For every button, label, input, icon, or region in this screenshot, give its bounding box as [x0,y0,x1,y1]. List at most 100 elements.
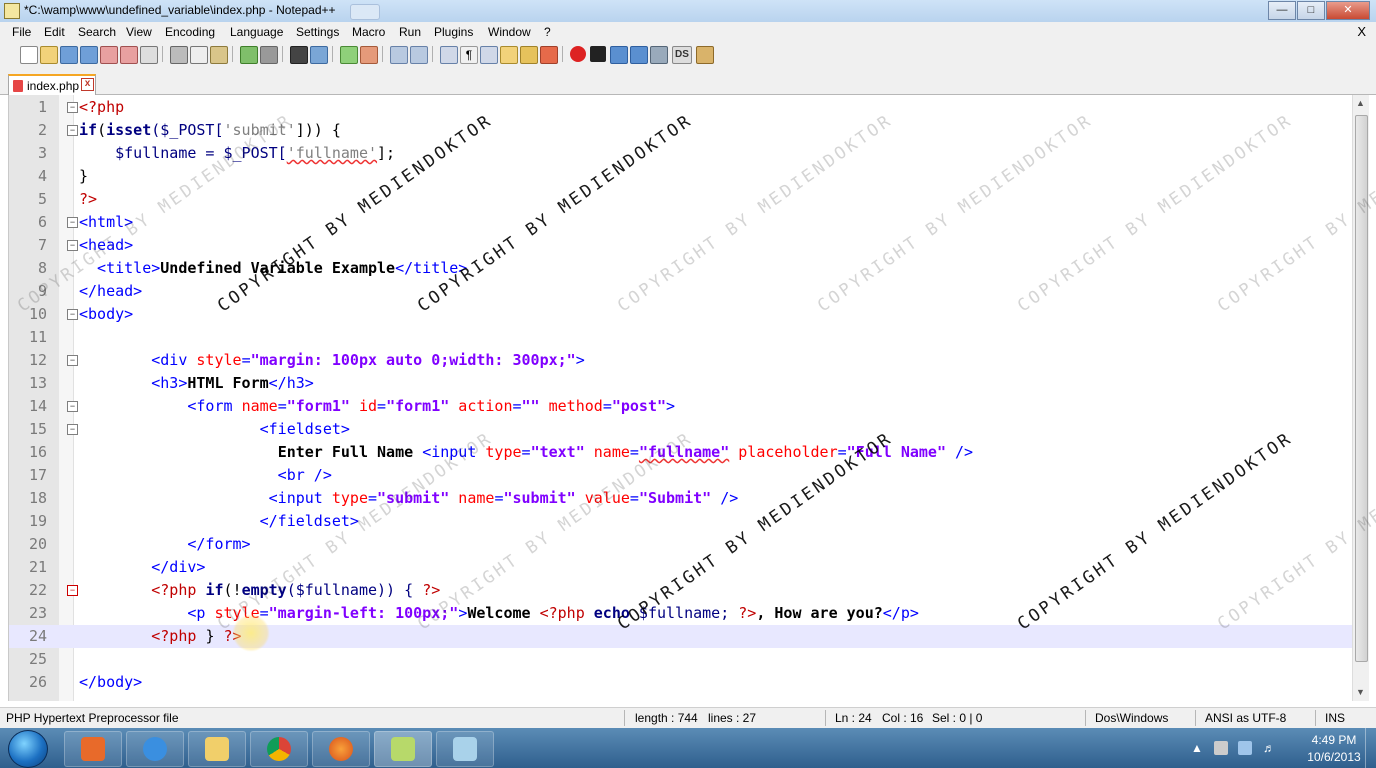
sync-vertical-icon[interactable] [390,46,408,64]
code-line: 4} [37,167,89,185]
redo-icon[interactable] [260,46,278,64]
status-file-type: PHP Hypertext Preprocessor file [6,711,179,725]
close-all-icon[interactable] [120,46,138,64]
record-macro-icon[interactable] [570,46,586,62]
code-line: 10− <body> [28,305,134,323]
new-file-icon[interactable] [20,46,38,64]
ds-plugin-icon[interactable]: DS [672,46,692,64]
unsaved-file-icon [13,80,23,92]
user-lang-icon[interactable] [500,46,518,64]
code-line: 8 <title>Undefined Variable Example</tit… [37,259,468,277]
save-all-icon[interactable] [80,46,98,64]
fold-collapse-icon[interactable]: − [67,240,78,251]
tab-label: index.php [27,79,80,93]
code-line-current: 24 <?php } ?> [9,625,1353,648]
menu-plugins[interactable]: Plugins [434,25,473,39]
function-list-icon[interactable] [540,46,558,64]
tab-close-icon[interactable]: x [81,78,94,91]
tray-expand-icon[interactable]: ▲ [1190,741,1204,755]
code-line: 2− if(isset($_POST['submit'])) { [37,121,341,139]
taskbar-explorer[interactable] [188,731,246,767]
scroll-down-icon[interactable]: ▼ [1356,687,1365,697]
close-file-icon[interactable] [100,46,118,64]
code-line: 17 <br /> [28,466,332,484]
menu-help[interactable]: ? [544,25,551,39]
paste-icon[interactable] [210,46,228,64]
replace-icon[interactable] [310,46,328,64]
tab-bar: index.php x [0,66,1376,96]
stop-macro-icon[interactable] [590,46,606,62]
clock-time[interactable]: 4:49 PM [1304,733,1364,747]
indent-guide-icon[interactable] [480,46,498,64]
open-file-icon[interactable] [40,46,58,64]
volume-icon[interactable]: ♬ [1262,741,1276,755]
cut-icon[interactable] [170,46,188,64]
word-wrap-icon[interactable] [440,46,458,64]
doc-map-icon[interactable] [520,46,538,64]
fold-collapse-icon[interactable]: − [67,217,78,228]
scrollbar-thumb[interactable] [1355,115,1368,662]
sync-horizontal-icon[interactable] [410,46,428,64]
vertical-scrollbar[interactable]: ▲ ▼ [1352,95,1369,701]
close-document-icon[interactable]: X [1357,24,1366,39]
close-window-button[interactable]: ✕ [1326,1,1370,20]
taskbar-chrome[interactable] [250,731,308,767]
menu-run[interactable]: Run [399,25,421,39]
copy-icon[interactable] [190,46,208,64]
show-all-chars-icon[interactable]: ¶ [460,46,478,64]
taskbar-internet-explorer[interactable] [126,731,184,767]
fold-collapse-icon[interactable]: − [67,424,78,435]
taskbar-media-player[interactable] [64,731,122,767]
code-editor[interactable]: 1− <?php 2− if(isset($_POST['submit'])) { … [8,95,1353,701]
minimize-button[interactable]: — [1268,1,1296,20]
code-line: 23 <p style="margin-left: 100px;">Welcom… [28,604,919,622]
undo-icon[interactable] [240,46,258,64]
menu-macro[interactable]: Macro [352,25,385,39]
taskbar-notepadpp[interactable] [374,731,432,767]
plugin-icon[interactable] [696,46,714,64]
fold-collapse-icon[interactable]: − [67,401,78,412]
menu-encoding[interactable]: Encoding [165,25,215,39]
notepadpp-icon [391,737,415,761]
code-line: 12− <div style="margin: 100px auto 0;wid… [28,351,585,369]
start-button[interactable] [8,730,48,768]
print-icon[interactable] [140,46,158,64]
scroll-up-icon[interactable]: ▲ [1356,98,1365,108]
status-column: Col : 16 [882,711,924,725]
menu-search[interactable]: Search [78,25,116,39]
zoom-in-icon[interactable] [340,46,358,64]
menu-window[interactable]: Window [488,25,531,39]
fold-collapse-icon[interactable]: − [67,309,78,320]
status-eol: Dos\Windows [1095,711,1169,725]
code-line: 9 </head> [37,282,143,300]
clock-date[interactable]: 10/6/2013 [1304,750,1364,764]
code-line: 21 </div> [28,558,206,576]
status-selection: Sel : 0 | 0 [932,711,983,725]
network-icon[interactable] [1238,741,1252,755]
fold-collapse-icon[interactable]: − [67,125,78,136]
menu-file[interactable]: File [12,25,31,39]
show-desktop-button[interactable] [1365,728,1376,768]
code-line: 22− <?php if(!empty($fullname)) { ?> [28,581,441,599]
play-multiple-icon[interactable] [630,46,648,64]
tray-device-icon[interactable] [1214,741,1228,755]
maximize-button[interactable]: □ [1297,1,1325,20]
taskbar-firefox[interactable] [312,731,370,767]
taskbar-notepad[interactable] [436,731,494,767]
menu-language[interactable]: Language [230,25,283,39]
code-line: 14− <form name="form1" id="form1" action… [28,397,676,415]
save-macro-icon[interactable] [650,46,668,64]
status-line-number: Ln : 24 [835,711,872,725]
menu-bar: File Edit Search View Encoding Language … [0,22,1376,42]
save-icon[interactable] [60,46,78,64]
menu-settings[interactable]: Settings [296,25,339,39]
fold-collapse-icon[interactable]: − [67,585,78,596]
fold-collapse-icon[interactable]: − [67,102,78,113]
fold-collapse-icon[interactable]: − [67,355,78,366]
zoom-out-icon[interactable] [360,46,378,64]
play-macro-icon[interactable] [610,46,628,64]
menu-edit[interactable]: Edit [44,25,65,39]
find-icon[interactable] [290,46,308,64]
menu-view[interactable]: View [126,25,152,39]
tab-index-php[interactable]: index.php x [8,74,96,96]
